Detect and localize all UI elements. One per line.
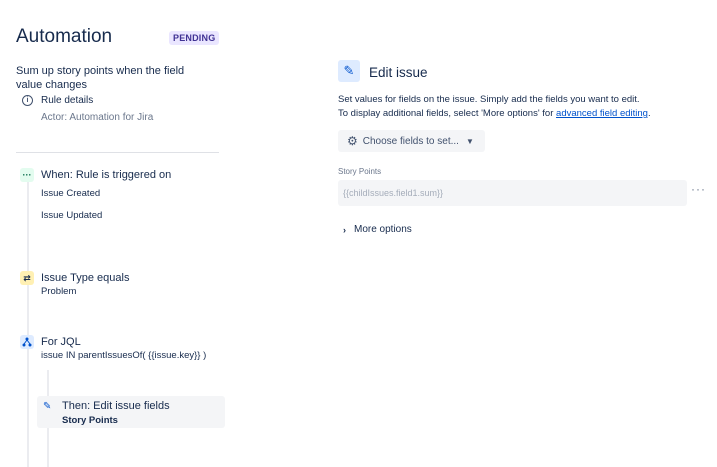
story-points-input[interactable]: {{childIssues.field1.sum}} xyxy=(338,180,687,206)
more-options-toggle[interactable]: › More options xyxy=(343,224,412,235)
description-line: To display additional fields, select 'Mo… xyxy=(338,107,708,121)
pencil-icon: ✎ xyxy=(43,401,52,412)
advanced-field-editing-link[interactable]: advanced field editing xyxy=(556,108,648,119)
choose-fields-button[interactable]: ⚙ Choose fields to set... ▼ xyxy=(338,130,485,152)
more-icon[interactable]: ··· xyxy=(691,182,706,196)
branch-icon xyxy=(20,335,34,349)
condition-value: Problem xyxy=(41,286,77,297)
editor-title: Edit issue xyxy=(369,65,428,80)
editor-description: Set values for fields on the issue. Simp… xyxy=(338,93,708,121)
trigger-event: Issue Updated xyxy=(41,210,103,221)
info-icon: i xyxy=(22,95,33,106)
story-points-label: Story Points xyxy=(338,167,382,176)
chevron-right-icon: › xyxy=(343,224,346,235)
rule-actor: Actor: Automation for Jira xyxy=(41,112,154,123)
pencil-icon: ✎ xyxy=(338,60,360,82)
action-step-selected[interactable]: ✎ Then: Edit issue fields Story Points xyxy=(37,396,225,428)
rule-name[interactable]: Sum up story points when the field value… xyxy=(16,64,206,92)
chevron-down-icon: ▼ xyxy=(465,136,474,146)
rule-details-link[interactable]: i Rule details xyxy=(22,95,93,106)
branch-step-title[interactable]: For JQL xyxy=(41,336,81,348)
story-points-value: {{childIssues.field1.sum}} xyxy=(343,188,444,198)
description-text: . xyxy=(647,108,651,119)
shuffle-icon: ⇄ xyxy=(20,271,34,285)
divider xyxy=(16,152,219,153)
trigger-event: Issue Created xyxy=(41,188,101,199)
action-step-title: Then: Edit issue fields xyxy=(62,400,170,412)
branch-query: issue IN parentIssuesOf( {{issue.key}} ) xyxy=(41,350,207,361)
rule-sidebar: Automation PENDING Sum up story points w… xyxy=(0,0,228,467)
flow-connector xyxy=(27,182,29,467)
ellipsis-icon: ··· xyxy=(20,168,34,182)
status-badge: PENDING xyxy=(169,31,220,45)
description-text: To display additional fields, select 'Mo… xyxy=(338,108,557,119)
page-title: Automation xyxy=(16,26,113,47)
action-field: Story Points xyxy=(62,415,118,426)
choose-fields-label: Choose fields to set... xyxy=(362,135,459,147)
trigger-step-title[interactable]: When: Rule is triggered on xyxy=(41,169,171,181)
description-line: Set values for fields on the issue. Simp… xyxy=(338,94,640,105)
condition-step-title[interactable]: Issue Type equals xyxy=(41,272,129,284)
rule-details-label: Rule details xyxy=(41,95,94,106)
more-options-label: More options xyxy=(354,224,412,235)
gear-icon: ⚙ xyxy=(347,134,358,148)
